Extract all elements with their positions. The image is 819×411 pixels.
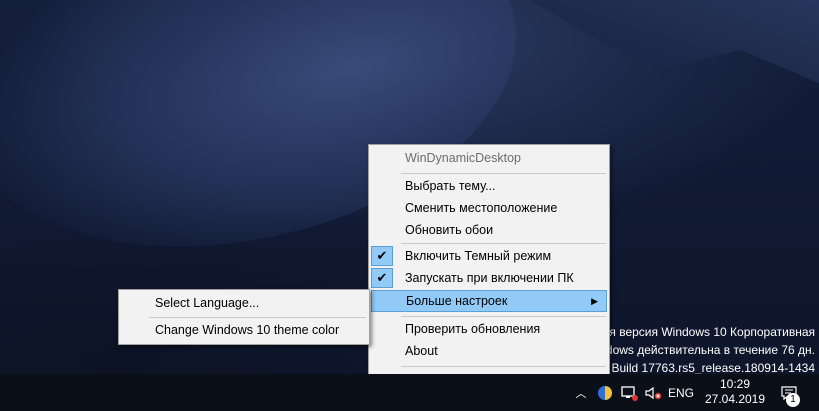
watermark-line1: ая версия Windows 10 Корпоративная	[602, 325, 815, 339]
more-settings-submenu: Select Language... Change Windows 10 the…	[118, 289, 370, 345]
menu-item-select-theme[interactable]: Выбрать тему...	[371, 175, 607, 197]
clock-date: 27.04.2019	[704, 392, 766, 406]
menu-item-dark-mode[interactable]: Включить Темный режим	[371, 245, 607, 267]
menu-item-more-settings[interactable]: Больше настроек ▶	[371, 290, 607, 312]
wallpaper-mountain	[530, 0, 819, 88]
submenu-item-theme-color[interactable]: Change Windows 10 theme color	[121, 319, 367, 341]
network-icon[interactable]	[618, 374, 640, 411]
menu-item-check-updates[interactable]: Проверить обновления	[371, 318, 607, 340]
menu-separator	[401, 366, 606, 367]
volume-muted-icon[interactable]	[642, 374, 664, 411]
input-language-indicator[interactable]: ENG	[664, 374, 698, 411]
taskbar-clock[interactable]: 10:29 27.04.2019	[700, 377, 770, 407]
menu-separator	[149, 317, 366, 318]
menu-header: WinDynamicDesktop	[405, 151, 522, 165]
taskbar: ︿ ENG 10:29 27.04.2019 1	[0, 374, 819, 411]
clock-time: 10:29	[719, 377, 751, 391]
menu-separator	[401, 173, 606, 174]
windows-activation-watermark: ая версия Windows 10 Корпоративная ndows…	[599, 323, 815, 377]
menu-item-more-settings-label: Больше настроек	[406, 294, 508, 308]
action-center-button[interactable]: 1	[774, 374, 804, 411]
windynamicdesktop-tray-icon[interactable]	[594, 374, 616, 411]
menu-item-start-on-boot[interactable]: Запускать при включении ПК	[371, 267, 607, 289]
menu-item-about[interactable]: About	[371, 340, 607, 362]
menu-separator	[401, 316, 606, 317]
tray-context-menu: WinDynamicDesktop Выбрать тему... Сменит…	[368, 144, 610, 396]
menu-item-change-location[interactable]: Сменить местоположение	[371, 197, 607, 219]
submenu-item-select-language[interactable]: Select Language...	[121, 292, 367, 314]
menu-item-refresh-wallpaper[interactable]: Обновить обои	[371, 219, 607, 241]
notification-count-badge: 1	[786, 393, 800, 407]
watermark-line2: ndows действительна в течение 76 дн.	[599, 343, 815, 357]
chevron-right-icon: ▶	[591, 296, 598, 306]
show-hidden-icons-chevron[interactable]: ︿	[570, 374, 592, 411]
menu-separator	[401, 243, 606, 244]
